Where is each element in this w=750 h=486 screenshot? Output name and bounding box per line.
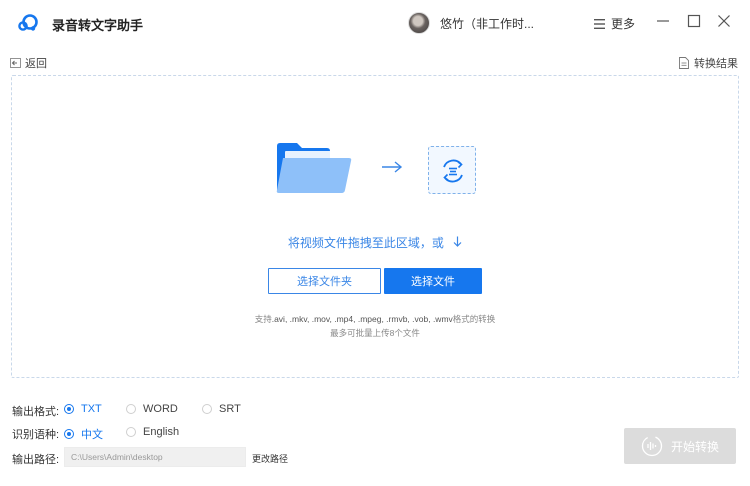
back-label: 返回 (25, 58, 47, 70)
app-logo-icon (18, 14, 38, 31)
support-prefix: 支持 (254, 314, 272, 324)
maximize-icon[interactable] (687, 14, 701, 28)
format-radio-txt[interactable]: TXT (64, 403, 102, 415)
document-icon (679, 57, 689, 69)
support-suffix: 格式的转换 (452, 314, 496, 324)
back-button[interactable]: 返回 (10, 55, 47, 71)
close-icon[interactable] (717, 14, 731, 28)
title-bar: 录音转文字助手 悠竹（非工作时... 更多 (0, 0, 750, 46)
user-profile[interactable]: 悠竹（非工作时... (408, 12, 534, 34)
language-option-label: English (143, 426, 180, 438)
speech-to-text-icon (443, 159, 463, 183)
minimize-icon[interactable] (656, 14, 670, 28)
result-label: 转换结果 (694, 58, 738, 70)
radio-dot[interactable] (202, 404, 212, 414)
support-formats: .avi, .mkv, .mov, .mp4, .mpeg, .rmvb, .v… (271, 314, 453, 324)
format-option-label: TXT (81, 403, 102, 415)
radio-dot[interactable] (64, 404, 74, 414)
more-menu-button[interactable]: 更多 (594, 15, 635, 32)
avatar[interactable] (408, 12, 430, 34)
waveform-icon (641, 435, 663, 457)
change-path-link[interactable]: 更改路径 (252, 452, 288, 465)
format-option-label: WORD (143, 403, 178, 415)
more-label: 更多 (611, 17, 636, 31)
select-file-button[interactable]: 选择文件 (384, 268, 482, 294)
drop-prompt-text: 将视频文件拖拽至此区域，或 (287, 236, 444, 250)
supported-formats-text: 支持.avi, .mkv, .mov, .mp4, .mpeg, .rmvb, … (12, 313, 738, 325)
start-conversion-button[interactable]: 开始转换 (624, 428, 736, 464)
back-arrow-icon (10, 58, 21, 68)
radio-dot[interactable] (126, 404, 136, 414)
language-radio-chinese[interactable]: 中文 (64, 426, 103, 442)
app-title: 录音转文字助手 (52, 18, 144, 33)
start-conversion-label: 开始转换 (670, 439, 719, 454)
file-drop-zone[interactable]: 将视频文件拖拽至此区域，或 选择文件夹 选择文件 支持.avi, .mkv, .… (11, 75, 739, 378)
menu-icon (594, 18, 605, 29)
language-label: 识别语种: (12, 429, 60, 441)
language-option-label: 中文 (81, 429, 103, 441)
output-format-label: 输出格式: (12, 406, 60, 418)
user-name[interactable]: 悠竹（非工作时... (440, 15, 534, 32)
output-path-label: 输出路径: (12, 454, 60, 466)
format-radio-srt[interactable]: SRT (202, 403, 241, 415)
drop-prompt: 将视频文件拖拽至此区域，或 (12, 234, 738, 251)
arrow-down-icon (453, 236, 462, 247)
radio-dot[interactable] (126, 427, 136, 437)
convert-target-icon-box (428, 146, 476, 194)
language-radio-english[interactable]: English (126, 426, 179, 438)
select-folder-button[interactable]: 选择文件夹 (268, 268, 381, 294)
format-radio-word[interactable]: WORD (126, 403, 178, 415)
output-path-field[interactable]: C:\Users\Admin\desktop (64, 447, 246, 467)
upload-limit-text: 最多可批量上传8个文件 (330, 328, 420, 338)
folder-icon (276, 143, 352, 193)
conversion-result-button[interactable]: 转换结果 (679, 55, 738, 71)
format-option-label: SRT (219, 403, 241, 415)
arrow-right-icon (382, 161, 403, 173)
radio-dot[interactable] (64, 429, 74, 439)
